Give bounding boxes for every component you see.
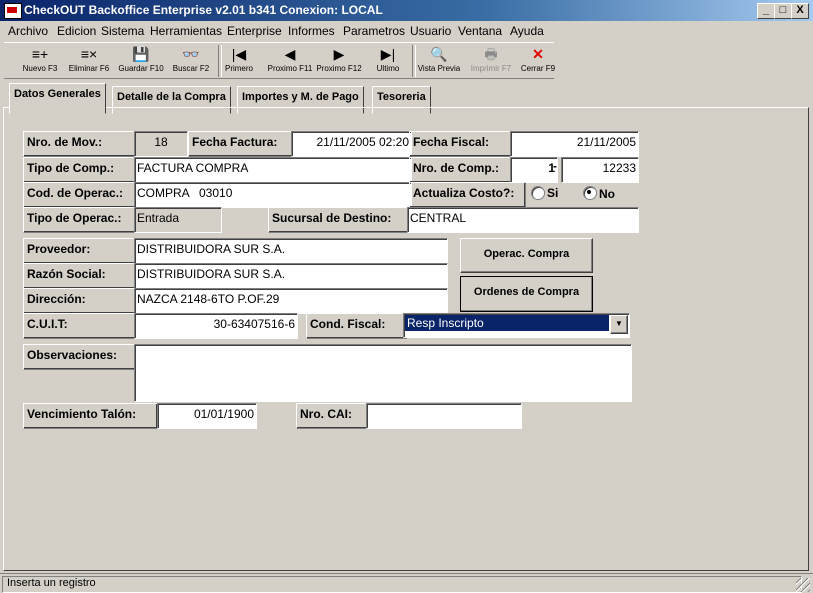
observaciones-label: Observaciones: [23,344,138,370]
menu-edicion[interactable]: Edicion [57,24,96,38]
eliminar-button[interactable]: ≡× Eliminar F6 [64,44,114,78]
nro-cai-field[interactable] [366,403,522,429]
binoculars-icon: 👓 [182,46,200,62]
fecha-factura-field[interactable]: 21/11/2005 02:20 [291,131,412,157]
status-text: Inserta un registro [2,576,802,593]
tipo-comp-label: Tipo de Comp.: [23,157,138,183]
tipo-operac-field: Entrada [134,207,222,233]
cuit-label: C.U.I.T: [23,313,138,339]
window-title: CheckOUT Backoffice Enterprise v2.01 b34… [24,3,383,17]
fecha-fiscal-label: Fecha Fiscal: [409,131,514,157]
cerrar-button[interactable]: ✕ Cerrar F9 [518,44,558,78]
menu-ayuda[interactable]: Ayuda [510,24,544,38]
menu-informes[interactable]: Informes [288,24,335,38]
menu-enterprise[interactable]: Enterprise [227,24,282,38]
primero-button[interactable]: |◀ Primero [220,44,258,78]
cond-fiscal-selected-value: Resp Inscripto [405,315,609,331]
nro-mov-field: 18 [134,131,188,157]
nro-mov-label: Nro. de Mov.: [23,131,138,157]
cod-operac-label: Cod. de Operac.: [23,182,138,208]
menu-parametros[interactable]: Parametros [343,24,405,38]
close-window-button[interactable]: X [791,3,809,19]
printer-icon: 🖶 [484,46,498,62]
menu-archivo[interactable]: Archivo [8,24,48,38]
vencimiento-talon-label: Vencimiento Talón: [23,403,158,429]
razon-social-field[interactable]: DISTRIBUIDORA SUR S.A. [134,263,448,289]
vista-previa-button[interactable]: 🔍 Vista Previa [414,44,464,78]
menu-bar: Archivo Edicion Sistema Herramientas Ent… [0,21,813,41]
sucursal-destino-field[interactable]: CENTRAL [407,207,639,233]
imprimir-button: 🖶 Imprimir F7 [466,44,516,78]
proveedor-field[interactable]: DISTRIBUIDORA SUR S.A. [134,238,448,264]
operac-compra-button[interactable]: Operac. Compra [460,238,593,273]
new-record-icon: ≡+ [31,46,49,62]
app-icon [4,3,22,19]
save-icon: 💾 [132,46,150,62]
actualiza-costo-si-radio[interactable] [531,186,545,200]
actualiza-costo-no-radio[interactable] [583,186,597,200]
menu-ventana[interactable]: Ventana [458,24,502,38]
direccion-field[interactable]: NAZCA 2148-6TO P.OF.29 [134,288,448,314]
guardar-button[interactable]: 💾 Guardar F10 [116,44,166,78]
toolbar: ≡+ Nuevo F3 ≡× Eliminar F6 💾 Guardar F10… [4,42,555,79]
next-record-icon: ▶ [333,46,345,62]
status-bar: Inserta un registro [0,573,813,593]
menu-sistema[interactable]: Sistema [101,24,144,38]
cond-fiscal-select[interactable]: Resp Inscripto ▼ [403,313,630,338]
title-bar: CheckOUT Backoffice Enterprise v2.01 b34… [0,0,813,21]
nro-comp-label: Nro. de Comp.: [409,157,514,183]
first-record-icon: |◀ [231,46,247,62]
resize-grip-icon[interactable] [796,578,810,592]
close-icon: ✕ [532,46,544,62]
tab-datos-generales[interactable]: Datos Generales [9,83,106,114]
razon-social-label: Razón Social: [23,263,138,289]
ultimo-button[interactable]: ▶| Ultimo [368,44,408,78]
nro-comp-number-field[interactable]: 12233 [561,157,639,183]
buscar-button[interactable]: 👓 Buscar F2 [168,44,214,78]
print-preview-icon: 🔍 [430,46,448,62]
nro-cai-label: Nro. CAI: [296,403,369,429]
menu-herramientas[interactable]: Herramientas [150,24,222,38]
cond-fiscal-label: Cond. Fiscal: [306,313,407,339]
minimize-button[interactable]: _ [757,3,775,19]
observaciones-textarea[interactable] [134,344,632,402]
fecha-factura-label: Fecha Factura: [188,131,293,157]
nuevo-button[interactable]: ≡+ Nuevo F3 [18,44,62,78]
last-record-icon: ▶| [380,46,396,62]
proximo-button[interactable]: ▶ Proximo F12 [314,44,364,78]
restore-button[interactable]: □ [774,3,792,19]
actualiza-costo-no-label: No [599,187,615,201]
menu-usuario[interactable]: Usuario [410,24,451,38]
proveedor-label: Proveedor: [23,238,138,264]
actualiza-costo-label: Actualiza Costo?: [409,182,526,208]
cod-operac-field[interactable]: COMPRA 03010 [134,182,412,208]
fecha-fiscal-field[interactable]: 21/11/2005 [510,131,639,157]
direccion-label: Dirección: [23,288,138,314]
vencimiento-talon-field[interactable]: 01/01/1900 [157,403,257,429]
tipo-operac-label: Tipo de Operac.: [23,207,138,233]
anterior-button[interactable]: ◀ Proximo F11 [266,44,314,78]
nro-comp-separator: - [553,159,557,173]
delete-record-icon: ≡× [80,46,98,62]
chevron-down-icon[interactable]: ▼ [610,315,628,334]
nro-comp-prefix-field[interactable]: 1 [510,157,558,183]
ordenes-compra-button[interactable]: Ordenes de Compra [460,276,593,312]
actualiza-costo-si-label: Si [547,186,559,200]
cuit-field[interactable]: 30-63407516-6 [134,313,298,339]
previous-record-icon: ◀ [284,46,296,62]
tipo-comp-field[interactable]: FACTURA COMPRA [134,157,412,183]
sucursal-destino-label: Sucursal de Destino: [268,207,411,233]
